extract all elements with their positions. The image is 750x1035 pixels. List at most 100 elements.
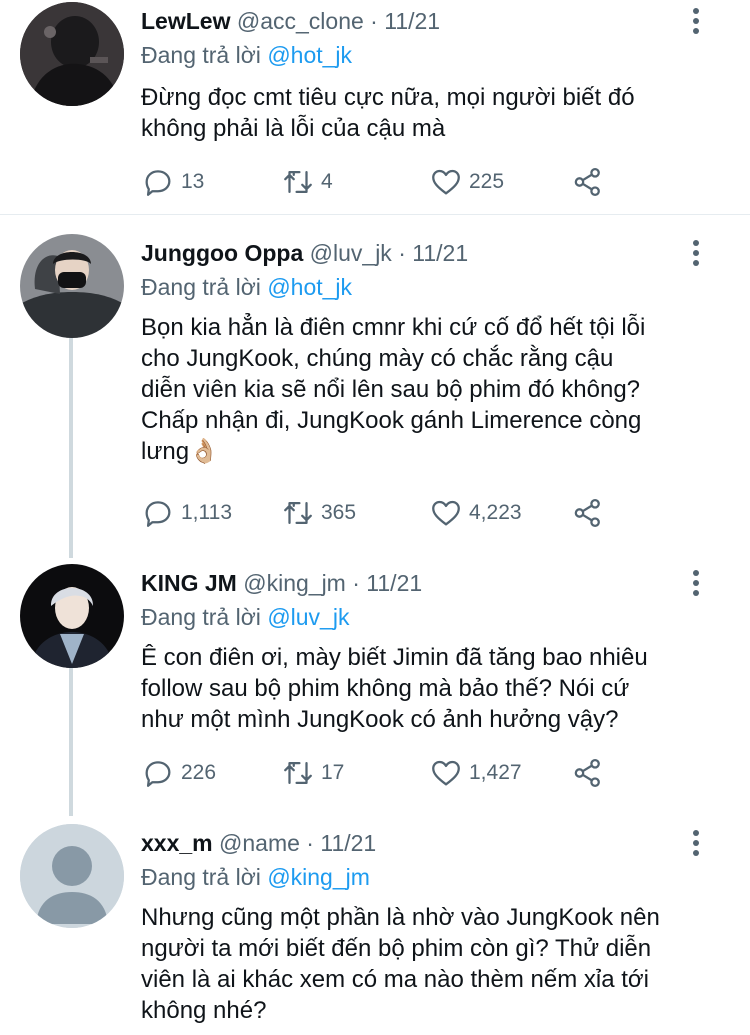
- avatar[interactable]: [20, 2, 124, 106]
- more-options-icon[interactable]: [686, 238, 706, 268]
- tweet-actions: 13 4 225: [141, 164, 641, 200]
- reply-prefix: Đang trả lời: [141, 604, 261, 630]
- reply-icon: [145, 501, 171, 527]
- timestamp[interactable]: 11/21: [320, 830, 376, 856]
- reply-prefix: Đang trả lời: [141, 864, 261, 890]
- tweet-text: Đừng đọc cmt tiêu cực nữa, mọi người biế…: [141, 82, 711, 144]
- tweet-header: LewLew @acc_clone · 11/21: [141, 6, 440, 36]
- tweet-text-line: như một mình JungKook có ảnh hưởng vậy?: [141, 706, 619, 733]
- display-name[interactable]: KING JM: [141, 570, 237, 596]
- separator-dot: ·: [352, 570, 360, 596]
- tweet-text-line: Nhưng cũng một phần là nhờ vào JungKook …: [141, 904, 660, 931]
- share-button[interactable]: [571, 164, 605, 200]
- like-button[interactable]: 225: [429, 164, 504, 200]
- separator-dot: ·: [370, 8, 378, 34]
- reply-count: 226: [181, 761, 217, 784]
- divider: [0, 214, 750, 215]
- retweet-button[interactable]: 365: [281, 495, 356, 531]
- reply-button[interactable]: 226: [141, 755, 216, 791]
- display-name[interactable]: Junggoo Oppa: [141, 240, 303, 266]
- user-handle[interactable]: @luv_jk: [310, 240, 392, 266]
- retweet-icon: [284, 501, 312, 525]
- like-count: 1,427: [469, 761, 522, 784]
- reply-context: Đang trả lời @hot_jk: [141, 272, 352, 302]
- reply-button[interactable]: 1,113: [141, 495, 232, 531]
- tweet-text-line: cho JungKook, chúng mày có chắc rằng cậu: [141, 345, 614, 372]
- avatar[interactable]: [20, 234, 124, 338]
- retweet-icon: [284, 170, 312, 194]
- retweet-count: 17: [321, 761, 345, 784]
- tweet-text-line: Chấp nhận đi, JungKook gánh Limerence cò…: [141, 407, 642, 434]
- tweet-text: Nhưng cũng một phần là nhờ vào JungKook …: [141, 902, 711, 1026]
- tweet-text-line: viên là ai khác xem có ma nào thèm nếm x…: [141, 966, 649, 993]
- separator-dot: ·: [306, 830, 314, 856]
- separator-dot: ·: [398, 240, 406, 266]
- default-profile-icon: [20, 824, 124, 928]
- share-button[interactable]: [571, 755, 605, 791]
- more-options-icon[interactable]: [686, 828, 706, 858]
- reply-mention-link[interactable]: @hot_jk: [267, 42, 352, 68]
- user-handle[interactable]: @acc_clone: [237, 8, 364, 34]
- timestamp[interactable]: 11/21: [366, 570, 422, 596]
- share-button[interactable]: [571, 495, 605, 531]
- tweet-header: xxx_m @name · 11/21: [141, 828, 376, 858]
- tweet-text-line: người ta mới biết đến bộ phim còn gì? Th…: [141, 935, 652, 962]
- reply-context: Đang trả lời @king_jm: [141, 862, 370, 892]
- timestamp[interactable]: 11/21: [384, 8, 440, 34]
- tweet-text-line: lưng👌🏼: [141, 438, 219, 465]
- retweet-button[interactable]: 17: [281, 755, 344, 791]
- reply-prefix: Đang trả lời: [141, 42, 261, 68]
- share-icon: [574, 758, 600, 788]
- retweet-count: 4: [321, 170, 333, 193]
- share-icon: [574, 167, 600, 197]
- tweet[interactable]: LewLew @acc_clone · 11/21 Đang trả lời @…: [0, 0, 750, 215]
- tweet-text: Ê con điên ơi, mày biết Jimin đã tăng ba…: [141, 642, 711, 735]
- reply-count: 13: [181, 170, 205, 193]
- tweet-text-line: Bọn kia hẳn là điên cmnr khi cứ cố đổ hế…: [141, 314, 646, 341]
- user-handle[interactable]: @king_jm: [243, 570, 346, 596]
- tweet-actions: 1,113 365 4,223: [141, 495, 641, 531]
- avatar[interactable]: [20, 824, 124, 928]
- tweet-text-line: Ê con điên ơi, mày biết Jimin đã tăng ba…: [141, 644, 648, 671]
- reply-mention-link[interactable]: @luv_jk: [267, 604, 349, 630]
- reply-context: Đang trả lời @luv_jk: [141, 602, 349, 632]
- reply-icon: [145, 170, 171, 196]
- retweet-button[interactable]: 4: [281, 164, 333, 200]
- like-count: 225: [469, 170, 505, 193]
- reply-mention-link[interactable]: @king_jm: [267, 864, 370, 890]
- retweet-icon: [284, 761, 312, 785]
- tweet-text-line: diễn viên kia sẽ nổi lên sau bộ phim đó …: [141, 376, 641, 403]
- display-name[interactable]: LewLew: [141, 8, 230, 34]
- tweet-header: KING JM @king_jm · 11/21: [141, 568, 422, 598]
- tweet-text-line: follow sau bộ phim không mà bảo thế? Nói…: [141, 675, 630, 702]
- retweet-count: 365: [321, 501, 357, 524]
- tweet-text-line: không nhé?: [141, 997, 267, 1024]
- tweet[interactable]: xxx_m @name · 11/21 Đang trả lời @king_j…: [0, 822, 750, 1035]
- more-options-icon[interactable]: [686, 6, 706, 36]
- tweet-actions: 226 17 1,427: [141, 755, 641, 791]
- tweet-text-line: không phải là lỗi của cậu mà: [141, 115, 446, 142]
- heart-icon: [432, 760, 460, 786]
- reply-context: Đang trả lời @hot_jk: [141, 40, 352, 70]
- display-name[interactable]: xxx_m: [141, 830, 213, 856]
- timestamp[interactable]: 11/21: [412, 240, 468, 266]
- tweet-text: Bọn kia hẳn là điên cmnr khi cứ cố đổ hế…: [141, 312, 711, 467]
- more-options-icon[interactable]: [686, 568, 706, 598]
- avatar[interactable]: [20, 564, 124, 668]
- heart-icon: [432, 169, 460, 195]
- tweet[interactable]: Junggoo Oppa @luv_jk · 11/21 Đang trả lờ…: [0, 232, 750, 552]
- like-button[interactable]: 1,427: [429, 755, 522, 791]
- tweet[interactable]: KING JM @king_jm · 11/21 Đang trả lời @l…: [0, 562, 750, 812]
- like-count: 4,223: [469, 501, 522, 524]
- tweet-text-line: Đừng đọc cmt tiêu cực nữa, mọi người biế…: [141, 84, 635, 111]
- share-icon: [574, 498, 600, 528]
- reply-prefix: Đang trả lời: [141, 274, 261, 300]
- user-handle[interactable]: @name: [219, 830, 300, 856]
- reply-button[interactable]: 13: [141, 164, 204, 200]
- reply-icon: [145, 761, 171, 787]
- reply-mention-link[interactable]: @hot_jk: [267, 274, 352, 300]
- heart-icon: [432, 500, 460, 526]
- tweet-header: Junggoo Oppa @luv_jk · 11/21: [141, 238, 468, 268]
- reply-count: 1,113: [181, 501, 232, 524]
- like-button[interactable]: 4,223: [429, 495, 522, 531]
